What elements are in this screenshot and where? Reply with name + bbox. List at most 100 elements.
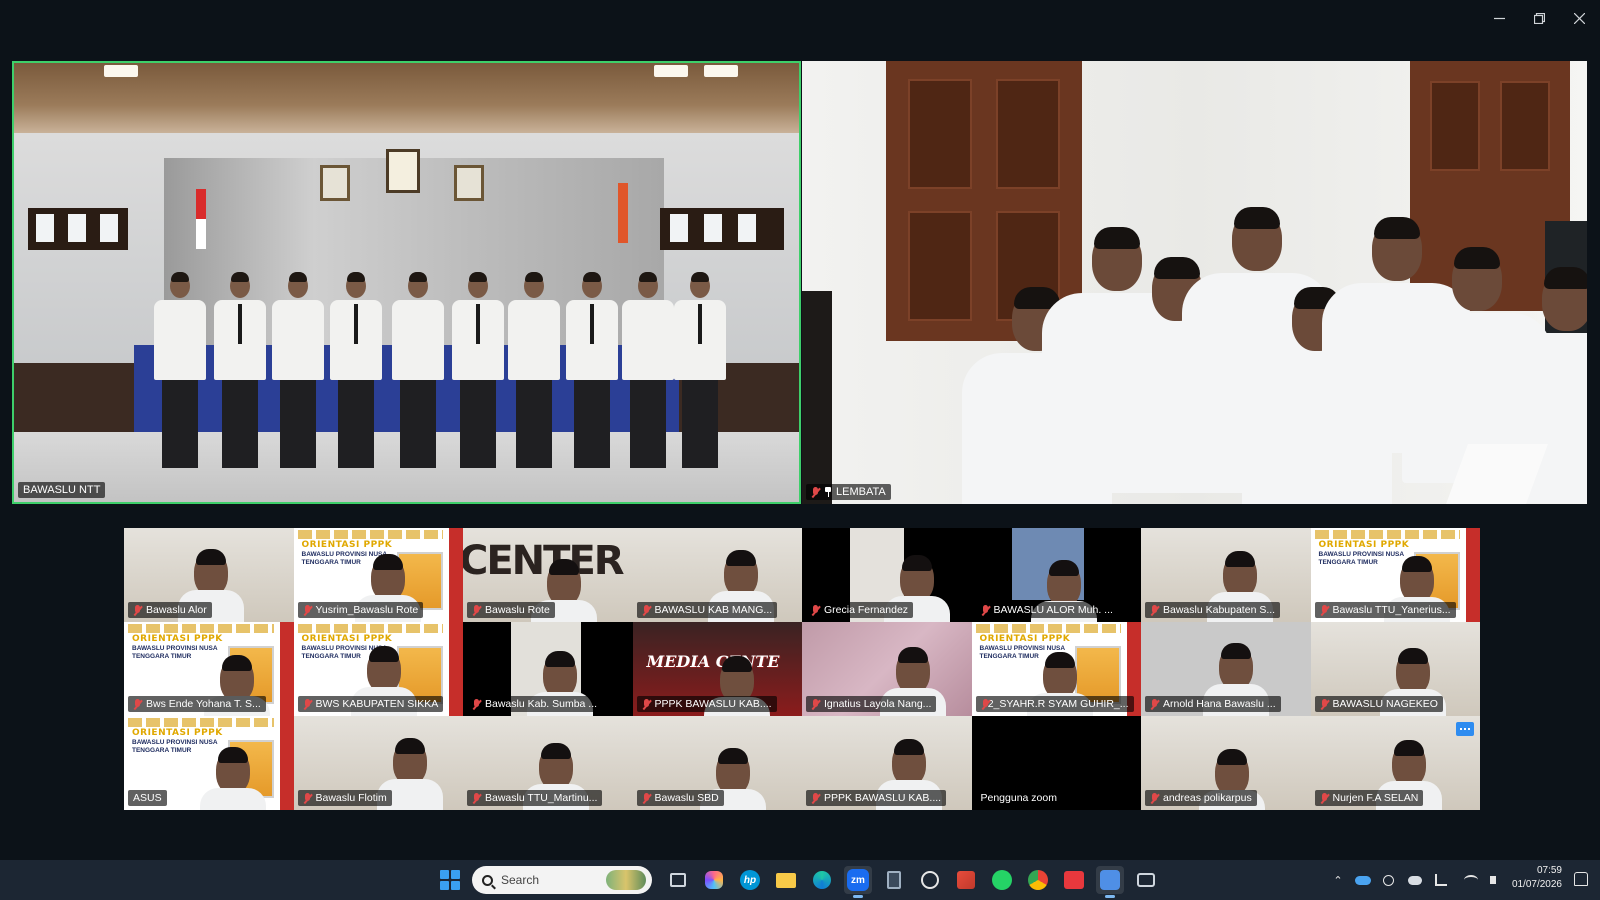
mic-muted-icon bbox=[472, 792, 481, 804]
banner-title: ORIENTASI PPPK bbox=[1318, 540, 1410, 550]
participant-name-tag: BAWASLU NAGEKEO bbox=[1314, 696, 1443, 712]
participant-tile[interactable]: ORIENTASI PPPK BAWASLU PROVINSI NUSA TENG… bbox=[124, 716, 294, 810]
hp-icon[interactable]: hp bbox=[736, 866, 764, 894]
participant-tile[interactable]: BAWASLU ALOR Muh. ... bbox=[971, 528, 1141, 622]
participant-tile[interactable]: ORIENTASI PPPK BAWASLU PROVINSI NUSA TENG… bbox=[1310, 528, 1480, 622]
participant-name-tag: Bawaslu Kab. Sumba ... bbox=[467, 696, 603, 712]
speaker-video-bawaslu-ntt[interactable]: BAWASLU NTT bbox=[12, 61, 801, 504]
speaker-name-tag: BAWASLU NTT bbox=[18, 482, 106, 498]
mic-muted-icon bbox=[133, 698, 142, 710]
participant-figure bbox=[452, 272, 504, 468]
volume-icon[interactable] bbox=[1484, 870, 1502, 890]
camera-icon[interactable] bbox=[1132, 866, 1160, 894]
pin-icon bbox=[824, 487, 832, 497]
banner-title: ORIENTASI PPPK bbox=[132, 634, 223, 644]
pen-app-icon[interactable] bbox=[1096, 866, 1124, 898]
edge-icon[interactable] bbox=[808, 866, 836, 894]
participant-tile[interactable]: Bawaslu Kabupaten S... bbox=[1141, 528, 1311, 622]
participant-tile[interactable]: Pengguna zoom bbox=[971, 716, 1141, 810]
minimize-icon bbox=[1493, 17, 1505, 19]
network-settings-icon[interactable] bbox=[1432, 870, 1450, 890]
participant-tile[interactable]: ORIENTASI PPPK BAWASLU PROVINSI NUSA TENG… bbox=[293, 528, 463, 622]
mic-muted-icon bbox=[811, 792, 820, 804]
close-button[interactable] bbox=[1566, 8, 1592, 28]
participant-name: Bawaslu SBD bbox=[654, 792, 719, 804]
participant-tile[interactable]: BAWASLU NAGEKEO bbox=[1310, 622, 1480, 716]
cloud-status-icon[interactable] bbox=[1406, 870, 1424, 890]
notification-bell-icon[interactable] bbox=[1574, 872, 1588, 886]
speaker-video-lembata[interactable]: LEMBATA bbox=[802, 61, 1587, 504]
system-clock[interactable]: 07:59 01/07/2026 bbox=[1512, 864, 1562, 892]
participant-tile[interactable]: Grecia Fernandez bbox=[802, 528, 972, 622]
wps-icon[interactable] bbox=[1060, 866, 1088, 894]
participant-figure bbox=[272, 272, 324, 468]
participant-name-tag: Pengguna zoom bbox=[975, 790, 1062, 806]
file-explorer-icon[interactable] bbox=[772, 866, 800, 894]
mic-muted-icon bbox=[642, 604, 651, 616]
banner-title: ORIENTASI PPPK bbox=[979, 634, 1071, 644]
participant-figure bbox=[566, 272, 618, 468]
more-options-button[interactable] bbox=[1456, 722, 1474, 736]
calculator-icon[interactable] bbox=[880, 866, 908, 894]
sync-icon[interactable] bbox=[1380, 870, 1396, 890]
speaker-name-tag: LEMBATA bbox=[806, 484, 891, 500]
participant-tile[interactable]: Bawaslu Alor bbox=[124, 528, 294, 622]
participant-tile[interactable]: ORIENTASI PPPK BAWASLU PROVINSI NUSA TENG… bbox=[293, 622, 463, 716]
mic-muted-icon bbox=[133, 604, 142, 616]
video-feed bbox=[14, 63, 799, 502]
participant-tile[interactable]: Bawaslu Kab. Sumba ... bbox=[463, 622, 633, 716]
mic-muted-icon bbox=[981, 604, 990, 616]
participant-name-tag: Bws Ende Yohana T. S... bbox=[128, 696, 266, 712]
participant-name-tag: BAWASLU KAB MANG... bbox=[636, 602, 778, 618]
participant-tile[interactable]: BAWASLU KAB MANG... bbox=[632, 528, 802, 622]
participant-tile[interactable]: ORIENTASI PPPK BAWASLU PROVINSI NUSA TENG… bbox=[971, 622, 1141, 716]
participant-tile[interactable]: ORIENTASI PPPK BAWASLU PROVINSI NUSA TENG… bbox=[124, 622, 294, 716]
participant-figure bbox=[330, 272, 382, 468]
minimize-button[interactable] bbox=[1486, 8, 1512, 28]
participant-tile[interactable]: Bawaslu SBD bbox=[632, 716, 802, 810]
participant-tile[interactable]: Ignatius Layola Nang... bbox=[802, 622, 972, 716]
whatsapp-icon[interactable] bbox=[988, 866, 1016, 894]
wifi-icon[interactable] bbox=[1462, 870, 1480, 890]
participant-tile[interactable]: CENTER Bawaslu Rote bbox=[463, 528, 633, 622]
participant-name-tag: Bawaslu Flotim bbox=[297, 790, 392, 806]
participant-name: Bawaslu TTU_Yanerius... bbox=[1332, 604, 1451, 616]
search-highlight-image bbox=[606, 870, 646, 890]
taskbar-search[interactable]: Search bbox=[472, 866, 652, 894]
tray-overflow-icon[interactable]: ⌃ bbox=[1330, 870, 1346, 890]
participant-tile[interactable]: Arnold Hana Bawaslu ... bbox=[1141, 622, 1311, 716]
participant-tile[interactable]: Bawaslu Flotim bbox=[293, 716, 463, 810]
clock-icon[interactable] bbox=[916, 866, 944, 894]
participant-figure bbox=[392, 272, 444, 468]
participant-name: PPPK BAWASLU KAB.... bbox=[824, 792, 942, 804]
mic-muted-icon bbox=[472, 698, 481, 710]
restore-button[interactable] bbox=[1526, 8, 1552, 28]
mic-muted-icon bbox=[303, 792, 312, 804]
mic-muted-icon bbox=[1320, 604, 1329, 616]
participant-tile[interactable]: andreas polikarpus bbox=[1141, 716, 1311, 810]
participant-name-tag: PPPK BAWASLU KAB.... bbox=[806, 790, 947, 806]
participant-name-tag: Bawaslu Kabupaten S... bbox=[1145, 602, 1281, 618]
start-button[interactable] bbox=[440, 870, 460, 890]
participant-tile[interactable]: MEDIA CENTE PPPK BAWASLU KAB.... bbox=[632, 622, 802, 716]
participant-name-tag: PPPK BAWASLU KAB.... bbox=[636, 696, 777, 712]
copilot-icon[interactable] bbox=[700, 866, 728, 894]
participant-tile[interactable]: Nurjen F.A SELAN bbox=[1310, 716, 1480, 810]
participant-name-tag: 2_SYAHR.R SYAM GUHIR_... bbox=[975, 696, 1134, 712]
office-icon[interactable] bbox=[952, 866, 980, 894]
task-view-icon[interactable] bbox=[664, 866, 692, 894]
participant-name-tag: Grecia Fernandez bbox=[806, 602, 914, 618]
participant-tile[interactable]: PPPK BAWASLU KAB.... bbox=[802, 716, 972, 810]
restore-icon bbox=[1533, 12, 1545, 24]
participant-tile[interactable]: Bawaslu TTU_Martinu... bbox=[463, 716, 633, 810]
participant-name-tag: Ignatius Layola Nang... bbox=[806, 696, 937, 712]
participant-name-tag: Yusrim_Bawaslu Rote bbox=[297, 602, 424, 618]
onedrive-icon[interactable] bbox=[1354, 870, 1372, 890]
participant-name: Bawaslu Kabupaten S... bbox=[1163, 604, 1276, 616]
mic-muted-icon bbox=[1150, 792, 1159, 804]
chrome-icon[interactable] bbox=[1024, 866, 1052, 894]
mic-muted-icon bbox=[1320, 698, 1329, 710]
close-icon bbox=[1573, 12, 1585, 24]
zoom-icon[interactable]: zm bbox=[844, 866, 872, 898]
participant-figure bbox=[674, 272, 726, 468]
